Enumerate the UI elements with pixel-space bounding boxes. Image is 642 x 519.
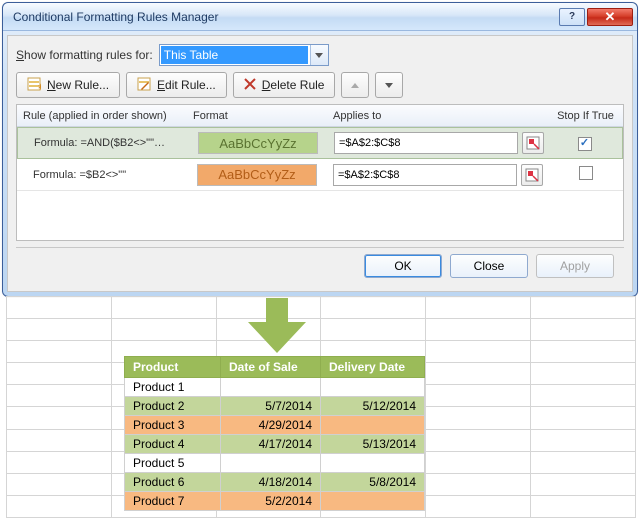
close-window-button[interactable]: ✕ xyxy=(587,8,633,26)
rule-row[interactable]: Formula: =$B2<>"" AaBbCcYyZz xyxy=(17,159,623,191)
table-row: Product 1 xyxy=(125,378,425,397)
table-row: Product 25/7/20145/12/2014 xyxy=(125,397,425,416)
table-header-row: Product Date of Sale Delivery Date xyxy=(125,357,425,378)
rule-formula: Formula: =AND($B2<>""… xyxy=(18,137,188,149)
edit-rule-label: dit Rule... xyxy=(165,78,216,92)
ok-button[interactable]: OK xyxy=(364,254,442,278)
dialog-footer: OK Close Apply xyxy=(16,247,624,283)
rules-manager-dialog: Conditional Formatting Rules Manager ? ✕… xyxy=(2,2,638,297)
chevron-down-icon xyxy=(310,45,328,65)
rule-row[interactable]: Formula: =AND($B2<>""… AaBbCcYyZz xyxy=(17,127,623,159)
new-rule-icon: ✶ xyxy=(27,77,41,94)
range-picker-icon[interactable] xyxy=(522,132,544,154)
scope-combobox-value: This Table xyxy=(164,48,218,62)
delete-icon xyxy=(244,78,256,93)
stop-if-true-checkbox[interactable] xyxy=(579,166,593,180)
col-header-stop: Stop If True xyxy=(548,110,623,122)
svg-text:✶: ✶ xyxy=(37,82,41,91)
dialog-title: Conditional Formatting Rules Manager xyxy=(13,10,559,24)
edit-rule-button[interactable]: Edit Rule... xyxy=(126,72,227,98)
table-row: Product 64/18/20145/8/2014 xyxy=(125,473,425,492)
header-product: Product xyxy=(125,357,221,378)
new-rule-label: ew Rule... xyxy=(56,78,109,92)
delete-rule-button[interactable]: Delete Rule xyxy=(233,72,336,98)
scope-combobox[interactable]: This Table xyxy=(159,44,329,66)
move-down-button[interactable] xyxy=(375,72,403,98)
help-button[interactable]: ? xyxy=(559,8,585,26)
show-rules-label: Show formatting rules for: xyxy=(16,48,153,62)
edit-rule-icon xyxy=(137,77,151,94)
header-delivery: Delivery Date xyxy=(321,357,425,378)
col-header-format: Format xyxy=(187,110,327,122)
titlebar: Conditional Formatting Rules Manager ? ✕ xyxy=(3,3,637,31)
result-table: Product Date of Sale Delivery Date Produ… xyxy=(124,356,425,511)
apply-button[interactable]: Apply xyxy=(536,254,614,278)
move-up-button[interactable] xyxy=(341,72,369,98)
rule-formula: Formula: =$B2<>"" xyxy=(17,169,187,181)
new-rule-button[interactable]: ✶ New Rule... xyxy=(16,72,120,98)
format-preview: AaBbCcYyZz xyxy=(197,164,317,186)
down-arrow-icon xyxy=(248,298,306,353)
table-row: Product 44/17/20145/13/2014 xyxy=(125,435,425,454)
header-date-sale: Date of Sale xyxy=(221,357,321,378)
rules-grid: Rule (applied in order shown) Format App… xyxy=(16,104,624,241)
col-header-applies: Applies to xyxy=(327,110,548,122)
close-button[interactable]: Close xyxy=(450,254,528,278)
stop-if-true-checkbox[interactable] xyxy=(578,137,592,151)
table-row: Product 34/29/2014 xyxy=(125,416,425,435)
range-picker-icon[interactable] xyxy=(521,164,543,186)
applies-to-input[interactable] xyxy=(334,132,518,154)
delete-rule-label: elete Rule xyxy=(270,78,324,92)
table-row: Product 5 xyxy=(125,454,425,473)
format-preview: AaBbCcYyZz xyxy=(198,132,318,154)
rules-grid-header: Rule (applied in order shown) Format App… xyxy=(17,105,623,127)
applies-to-input[interactable] xyxy=(333,164,517,186)
rules-toolbar: ✶ New Rule... Edit Rule... Delete Rule xyxy=(16,72,624,98)
col-header-rule: Rule (applied in order shown) xyxy=(17,110,187,122)
table-row: Product 75/2/2014 xyxy=(125,492,425,511)
